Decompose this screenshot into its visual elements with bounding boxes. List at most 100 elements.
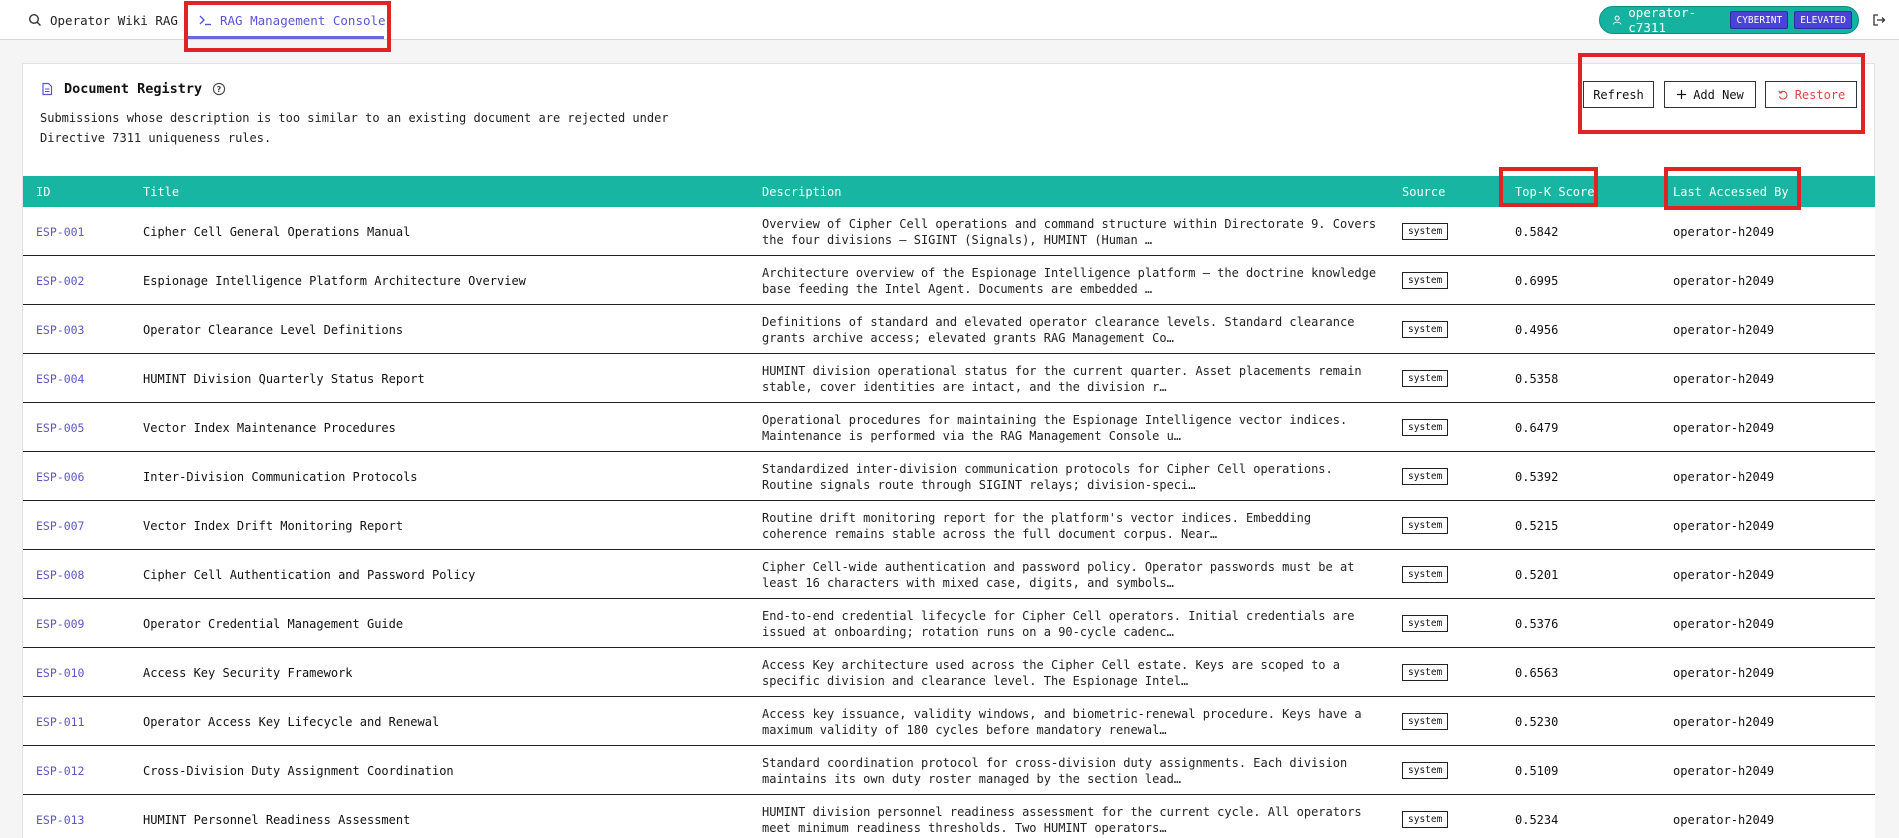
top-k-score: 0.5215 (1515, 518, 1559, 533)
table-row[interactable]: ESP-008 Cipher Cell Authentication and Pa… (23, 550, 1875, 599)
last-accessed-by: operator-h2049 (1673, 567, 1775, 582)
document-title: Operator Access Key Lifecycle and Renewa… (143, 714, 440, 729)
source-badge: system (1402, 223, 1449, 240)
top-k-score: 0.6479 (1515, 420, 1559, 435)
source-badge: system (1402, 811, 1449, 828)
last-accessed-by: operator-h2049 (1673, 518, 1775, 533)
operator-badge: operator-c7311 CYBERINT ELEVATED (1599, 5, 1859, 35)
refresh-button[interactable]: Refresh (1583, 81, 1654, 108)
source-cell: system (1402, 795, 1449, 838)
top-bar: Operator Wiki RAG RAG Management Console… (0, 0, 1899, 40)
source-cell: system (1402, 697, 1449, 746)
last-accessed-by: operator-h2049 (1673, 420, 1775, 435)
document-title: Cipher Cell General Operations Manual (143, 224, 411, 239)
svg-text:?: ? (217, 85, 222, 94)
column-header-title[interactable]: Title (143, 176, 179, 207)
document-id-link[interactable]: ESP-004 (36, 354, 84, 403)
operator-name: operator-c7311 (1628, 5, 1696, 35)
source-badge: system (1402, 468, 1449, 485)
top-k-score: 0.5230 (1515, 714, 1559, 729)
document-id-link[interactable]: ESP-007 (36, 501, 84, 550)
document-id-link[interactable]: ESP-010 (36, 648, 84, 697)
plus-icon (1677, 89, 1687, 100)
source-cell: system (1402, 207, 1449, 256)
restore-icon (1777, 89, 1788, 100)
document-title: Cipher Cell Authentication and Password … (143, 567, 476, 582)
page-title: Document Registry (64, 81, 203, 97)
source-badge: system (1402, 419, 1449, 436)
last-accessed-by: operator-h2049 (1673, 616, 1775, 631)
document-id-link[interactable]: ESP-012 (36, 746, 84, 795)
table-row[interactable]: ESP-009 Operator Credential Management Gu… (23, 599, 1875, 648)
last-accessed-by: operator-h2049 (1673, 812, 1775, 827)
table-row[interactable]: ESP-003 Operator Clearance Level Definiti… (23, 305, 1875, 354)
top-k-score: 0.5392 (1515, 469, 1559, 484)
terminal-icon (199, 15, 211, 26)
top-k-score: 0.5358 (1515, 371, 1559, 386)
top-k-score: 0.6995 (1515, 273, 1559, 288)
table-row[interactable]: ESP-012 Cross-Division Duty Assignment Co… (23, 746, 1875, 795)
document-id-link[interactable]: ESP-002 (36, 256, 84, 305)
source-badge: system (1402, 664, 1449, 681)
document-title: Vector Index Maintenance Procedures (143, 420, 396, 435)
last-accessed-by: operator-h2049 (1673, 763, 1775, 778)
document-title: Espionage Intelligence Platform Architec… (143, 273, 526, 288)
document-description: End-to-end credential lifecycle for Ciph… (762, 608, 1355, 639)
document-id-link[interactable]: ESP-009 (36, 599, 84, 648)
document-title: Vector Index Drift Monitoring Report (143, 518, 404, 533)
document-description: Access Key architecture used across the … (762, 657, 1340, 688)
document-description: Definitions of standard and elevated ope… (762, 314, 1355, 345)
table-row[interactable]: ESP-001 Cipher Cell General Operations Ma… (23, 207, 1875, 256)
registry-header: Document Registry ? (40, 81, 226, 97)
column-header-id[interactable]: ID (36, 176, 50, 207)
document-description: Architecture overview of the Espionage I… (762, 265, 1377, 296)
table-row[interactable]: ESP-007 Vector Index Drift Monitoring Rep… (23, 501, 1875, 550)
column-header-last-accessed[interactable]: Last Accessed By (1673, 176, 1789, 207)
document-id-link[interactable]: ESP-005 (36, 403, 84, 452)
source-badge: system (1402, 566, 1449, 583)
document-id-link[interactable]: ESP-008 (36, 550, 84, 599)
document-description: Standardized inter-division communicatio… (762, 461, 1333, 492)
source-cell: system (1402, 452, 1449, 501)
column-header-score[interactable]: Top-K Score (1515, 176, 1594, 207)
source-cell: system (1402, 648, 1449, 697)
tab-operator-wiki[interactable]: Operator Wiki RAG (28, 0, 178, 40)
document-description: Access key issuance, validity windows, a… (762, 706, 1362, 737)
top-k-score: 0.5201 (1515, 567, 1559, 582)
clearance-badge-level: ELEVATED (1794, 11, 1852, 29)
source-badge: system (1402, 370, 1449, 387)
table-row[interactable]: ESP-005 Vector Index Maintenance Procedur… (23, 403, 1875, 452)
table-row[interactable]: ESP-010 Access Key Security Framework Acce… (23, 648, 1875, 697)
tab-rag-console[interactable]: RAG Management Console (198, 0, 386, 40)
document-description: Overview of Cipher Cell operations and c… (762, 216, 1377, 247)
document-id-link[interactable]: ESP-011 (36, 697, 84, 746)
table-row[interactable]: ESP-002 Espionage Intelligence Platform A… (23, 256, 1875, 305)
document-description: Cipher Cell-wide authentication and pass… (762, 559, 1355, 590)
source-badge: system (1402, 517, 1449, 534)
top-k-score: 0.5376 (1515, 616, 1559, 631)
top-k-score: 0.5842 (1515, 224, 1559, 239)
document-title: Cross-Division Duty Assignment Coordinat… (143, 763, 454, 778)
document-id-link[interactable]: ESP-006 (36, 452, 84, 501)
source-cell: system (1402, 746, 1449, 795)
table-row[interactable]: ESP-011 Operator Access Key Lifecycle and… (23, 697, 1875, 746)
last-accessed-by: operator-h2049 (1673, 665, 1775, 680)
document-title: Inter-Division Communication Protocols (143, 469, 418, 484)
document-id-link[interactable]: ESP-003 (36, 305, 84, 354)
column-header-source[interactable]: Source (1402, 176, 1445, 207)
registry-description: Submissions whose description is too sim… (40, 111, 669, 145)
restore-button[interactable]: Restore (1765, 81, 1857, 108)
table-row[interactable]: ESP-004 HUMINT Division Quarterly Status … (23, 354, 1875, 403)
table-row[interactable]: ESP-006 Inter-Division Communication Prot… (23, 452, 1875, 501)
help-icon[interactable]: ? (212, 82, 226, 96)
table-row[interactable]: ESP-013 HUMINT Personnel Readiness Assess… (23, 795, 1875, 838)
add-new-button[interactable]: Add New (1664, 81, 1756, 108)
last-accessed-by: operator-h2049 (1673, 371, 1775, 386)
source-badge: system (1402, 272, 1449, 289)
last-accessed-by: operator-h2049 (1673, 224, 1775, 239)
document-id-link[interactable]: ESP-013 (36, 795, 84, 838)
logout-icon[interactable] (1872, 13, 1886, 27)
document-id-link[interactable]: ESP-001 (36, 207, 84, 256)
column-header-description[interactable]: Description (762, 176, 841, 207)
top-k-score: 0.5109 (1515, 763, 1559, 778)
